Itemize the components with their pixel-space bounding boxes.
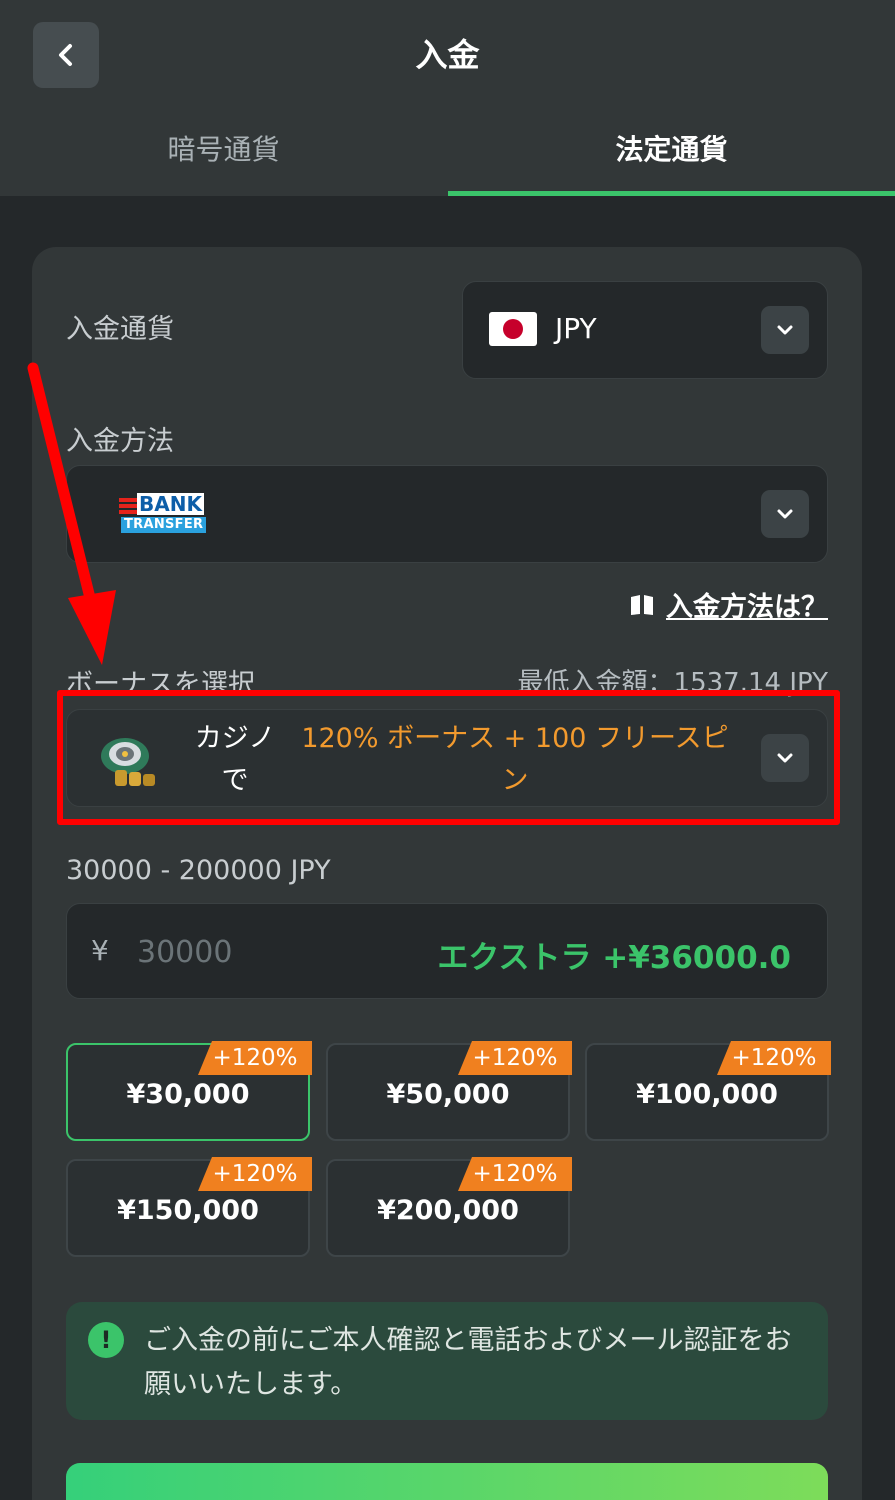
- chevron-down-icon[interactable]: [761, 306, 809, 354]
- bonus-percent-badge: +120%: [458, 1157, 572, 1191]
- deposit-method-help-link[interactable]: 入金方法は？: [630, 585, 828, 624]
- annotation-highlight-box: [57, 690, 840, 825]
- amount-range: 30000 - 200000 JPY: [66, 855, 331, 886]
- bonus-percent-badge: +120%: [458, 1041, 572, 1075]
- amount-input[interactable]: [137, 930, 357, 974]
- help-link-text: 入金方法は？: [666, 592, 828, 623]
- book-icon: [631, 594, 653, 615]
- currency-symbol: ¥: [91, 934, 109, 967]
- currency-select[interactable]: JPY: [462, 281, 828, 379]
- preset-amount-label: ¥200,000: [377, 1195, 519, 1226]
- page-title: 入金: [415, 36, 480, 74]
- active-tab-indicator: [448, 191, 895, 196]
- deposit-currency-label: 入金通貨: [66, 314, 174, 345]
- bonus-percent-badge: +120%: [717, 1041, 831, 1075]
- preset-amount-button[interactable]: +120% ¥30,000: [66, 1041, 312, 1141]
- bonus-percent-badge: +120%: [198, 1157, 312, 1191]
- preset-amount-label: ¥30,000: [126, 1079, 250, 1110]
- bank-stripes-icon: [119, 498, 137, 515]
- preset-amount-button[interactable]: +120% ¥200,000: [326, 1157, 572, 1257]
- chevron-down-icon[interactable]: [761, 490, 809, 538]
- bank-logo-sub: TRANSFER: [121, 517, 207, 533]
- preset-amount-label: ¥150,000: [117, 1195, 259, 1226]
- deposit-method-label: 入金方法: [66, 426, 174, 457]
- method-select[interactable]: BANK TRANSFER: [66, 465, 828, 563]
- bank-transfer-logo: BANK TRANSFER: [119, 492, 215, 536]
- preset-amount-button[interactable]: +120% ¥100,000: [585, 1041, 831, 1141]
- amount-field[interactable]: ¥ エクストラ +¥36000.0: [66, 903, 828, 999]
- notice-text: ご入金の前にご本人確認と電話およびメール認証をお願いいたします。: [144, 1325, 792, 1400]
- verification-notice: ! ご入金の前にご本人確認と電話およびメール認証をお願いいたします。: [66, 1302, 828, 1420]
- tab-fiat[interactable]: 法定通貨: [448, 128, 895, 168]
- preset-amount-label: ¥100,000: [636, 1079, 778, 1110]
- preset-amount-button[interactable]: +120% ¥50,000: [326, 1041, 572, 1141]
- japan-flag-icon: [489, 312, 537, 346]
- bonus-percent-badge: +120%: [198, 1041, 312, 1075]
- tab-crypto[interactable]: 暗号通貨: [0, 128, 447, 168]
- preset-amount-label: ¥50,000: [386, 1079, 510, 1110]
- exclamation-icon: !: [88, 1322, 124, 1358]
- preset-amount-button[interactable]: +120% ¥150,000: [66, 1157, 312, 1257]
- deposit-card: 入金通貨 JPY 入金方法 BANK TRANSFER 入金方法は？ ボーナスを…: [32, 247, 862, 1500]
- extra-bonus-amount: エクストラ +¥36000.0: [437, 940, 791, 976]
- currency-code: JPY: [555, 312, 597, 345]
- submit-deposit-button[interactable]: [66, 1463, 828, 1500]
- bank-logo-word: BANK: [137, 492, 204, 516]
- top-bar: 入金 暗号通貨 法定通貨: [0, 0, 895, 196]
